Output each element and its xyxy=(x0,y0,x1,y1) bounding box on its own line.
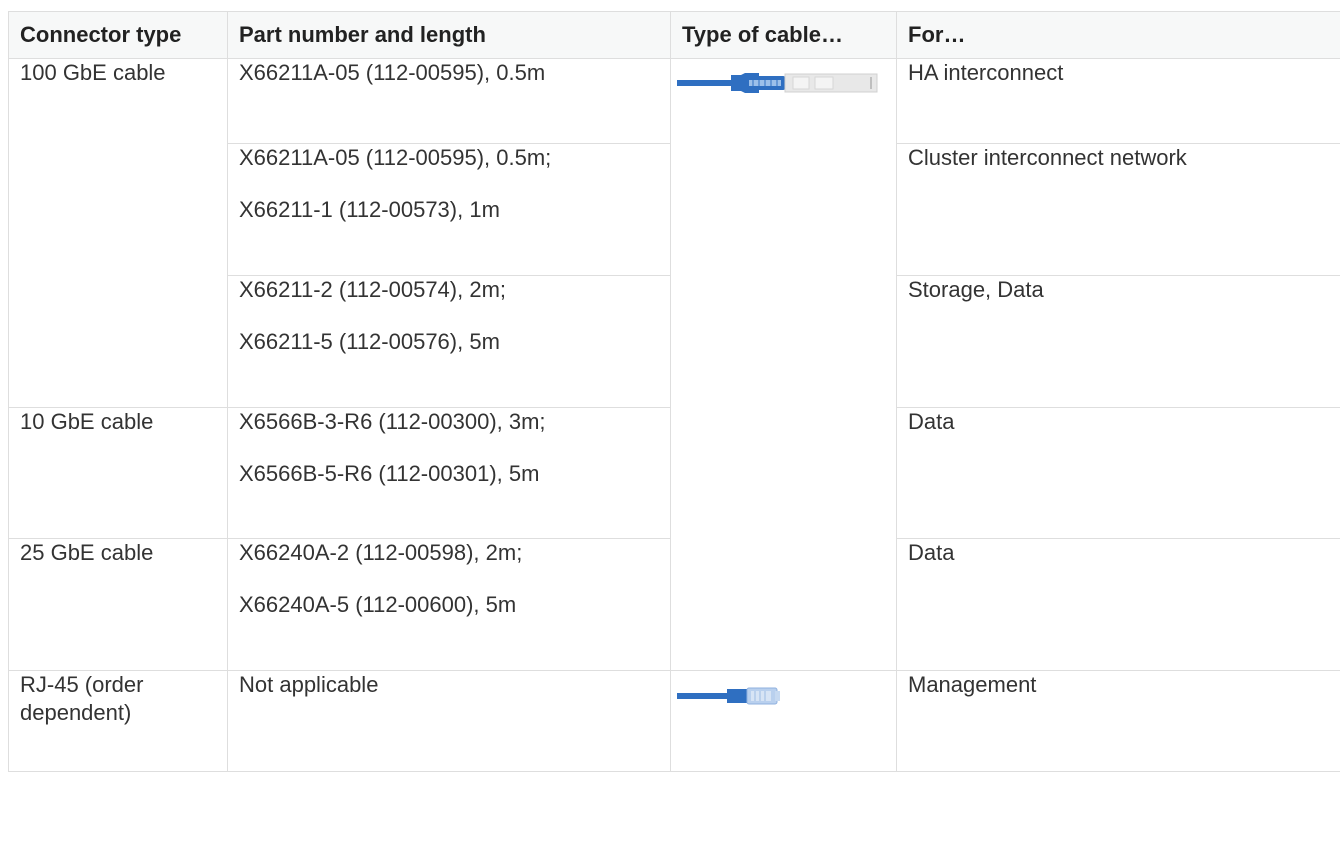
part-number-cell: X66240A-2 (112-00598), 2m; X66240A-5 (11… xyxy=(227,538,671,671)
for-text: Data xyxy=(908,540,955,565)
table-row: RJ-45 (order dependent) Not applicable M… xyxy=(8,670,1340,772)
connector-type-text: 100 GbE cable xyxy=(20,60,166,85)
cable-table-container: Connector type Part number and length Ty… xyxy=(8,11,1340,772)
for-cell: Management xyxy=(896,670,1340,772)
table-row: 100 GbE cable X66211A-05 (112-00595), 0.… xyxy=(8,58,1340,671)
cable-image-cell xyxy=(670,670,897,772)
for-text: Data xyxy=(908,409,955,434)
for-text: Cluster interconnect network xyxy=(908,145,1187,170)
part-number-text: Not applicable xyxy=(239,672,379,697)
header-for: For… xyxy=(896,11,1340,59)
part-number-text: X6566B-3-R6 (112-00300), 3m; xyxy=(239,409,546,434)
qsfp-cable-icon xyxy=(675,71,880,95)
table-header-row: Connector type Part number and length Ty… xyxy=(8,11,1340,59)
for-cell: Storage, Data xyxy=(896,275,1340,408)
part-number-text: X66211-5 (112-00576), 5m xyxy=(239,329,500,354)
part-number-text: X66211-2 (112-00574), 2m; xyxy=(239,277,507,302)
connector-type-cell: 25 GbE cable xyxy=(8,538,228,671)
connector-type-text: 25 GbE cable xyxy=(20,540,154,565)
cable-image-cell xyxy=(670,58,897,671)
part-number-text: X66211A-05 (112-00595), 0.5m; xyxy=(239,145,552,170)
for-text: Management xyxy=(908,672,1037,697)
part-number-text: X66211A-05 (112-00595), 0.5m xyxy=(239,60,546,85)
for-text: HA interconnect xyxy=(908,60,1064,85)
for-cell: Data xyxy=(896,538,1340,671)
part-number-text: X6566B-5-R6 (112-00301), 5m xyxy=(239,461,540,486)
part-number-cell: X6566B-3-R6 (112-00300), 3m; X6566B-5-R6… xyxy=(227,407,671,539)
header-type-of-cable: Type of cable… xyxy=(670,11,897,59)
header-connector-type: Connector type xyxy=(8,11,228,59)
connector-type-text: RJ-45 (order dependent) xyxy=(20,672,144,725)
connector-type-cell: 10 GbE cable xyxy=(8,407,228,539)
part-number-cell: X66211-2 (112-00574), 2m; X66211-5 (112-… xyxy=(227,275,671,408)
for-text: Storage, Data xyxy=(908,277,1044,302)
part-number-text: X66211-1 (112-00573), 1m xyxy=(239,197,500,222)
header-part-number: Part number and length xyxy=(227,11,671,59)
connector-type-cell: 100 GbE cable xyxy=(8,58,228,408)
part-number-cell: Not applicable xyxy=(227,670,671,772)
for-cell: Data xyxy=(896,407,1340,539)
part-number-cell: X66211A-05 (112-00595), 0.5m; X66211-1 (… xyxy=(227,143,671,276)
for-cell: Cluster interconnect network xyxy=(896,143,1340,276)
connector-type-cell: RJ-45 (order dependent) xyxy=(8,670,228,772)
part-number-text: X66240A-2 (112-00598), 2m; xyxy=(239,540,523,565)
rj45-cable-icon xyxy=(675,685,785,707)
cable-table: Connector type Part number and length Ty… xyxy=(8,11,1340,772)
connector-type-text: 10 GbE cable xyxy=(20,409,154,434)
part-number-cell: X66211A-05 (112-00595), 0.5m xyxy=(227,58,671,144)
part-number-text: X66240A-5 (112-00600), 5m xyxy=(239,592,517,617)
for-cell: HA interconnect xyxy=(896,58,1340,144)
